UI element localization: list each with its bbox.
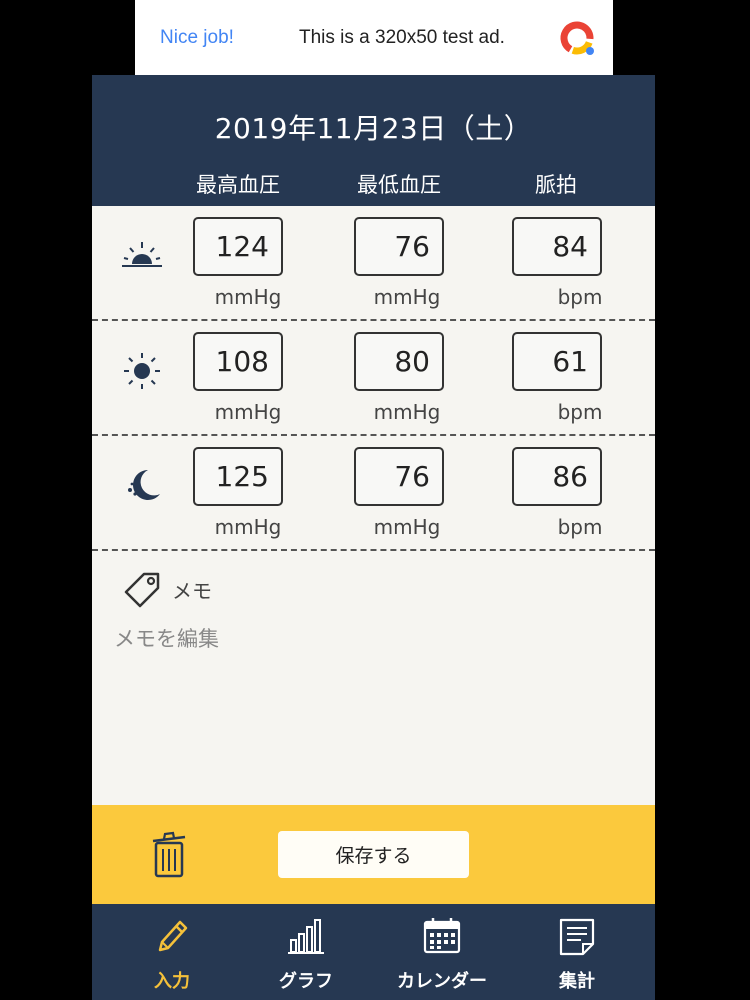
reading-row-night: 125 76 86 mmHg mmHg bpm <box>92 436 655 551</box>
systolic-input[interactable]: 125 <box>193 447 283 506</box>
column-pulse: 脈拍 <box>535 173 577 197</box>
pencil-icon <box>158 920 188 952</box>
tab-graph[interactable]: グラフ <box>236 904 376 1000</box>
unit-label: mmHg <box>214 285 282 309</box>
sunrise-icon <box>122 242 162 267</box>
tab-calendar[interactable]: カレンダー <box>372 904 512 1000</box>
memo-edit-field[interactable]: メモを編集 <box>114 623 219 653</box>
bar-chart-icon <box>288 919 324 954</box>
systolic-input[interactable]: 108 <box>193 332 283 391</box>
pulse-input[interactable]: 61 <box>512 332 602 391</box>
tab-label: 集計 <box>559 971 595 992</box>
ad-banner[interactable]: Nice job! This is a 320x50 test ad. <box>135 0 613 75</box>
date-title[interactable]: 2019年11月23日（土） <box>92 107 655 147</box>
diastolic-input[interactable]: 76 <box>354 447 444 506</box>
memo-label: メモ <box>172 579 212 603</box>
tab-bar: 入力 グラフ カレンダー 集計 <box>92 904 655 1000</box>
unit-label: bpm <box>557 285 603 309</box>
header: 2019年11月23日（土） 最高血圧 最低血圧 脈拍 <box>92 75 655 206</box>
ad-nice-job-text: Nice job! <box>160 27 234 48</box>
unit-label: mmHg <box>214 400 282 424</box>
column-systolic: 最高血圧 <box>196 173 280 197</box>
sun-icon <box>124 353 160 389</box>
unit-label: mmHg <box>373 515 441 539</box>
unit-label: bpm <box>557 400 603 424</box>
column-diastolic: 最低血圧 <box>357 173 441 197</box>
tab-summary[interactable]: 集計 <box>507 904 647 1000</box>
unit-label: bpm <box>557 515 603 539</box>
action-bar: 保存する <box>92 805 655 904</box>
app-screen: 2019年11月23日（土） 最高血圧 最低血圧 脈拍 124 76 84 mm… <box>92 75 655 1000</box>
reading-row-morning: 124 76 84 mmHg mmHg bpm <box>92 206 655 321</box>
pulse-input[interactable]: 84 <box>512 217 602 276</box>
ad-logo-icon <box>560 21 594 55</box>
save-button[interactable]: 保存する <box>278 831 469 878</box>
tab-label: 入力 <box>154 971 190 992</box>
tab-label: グラフ <box>279 971 333 992</box>
ad-text: This is a 320x50 test ad. <box>299 27 505 48</box>
unit-label: mmHg <box>373 400 441 424</box>
tab-input[interactable]: 入力 <box>102 904 242 1000</box>
unit-label: mmHg <box>373 285 441 309</box>
diastolic-input[interactable]: 80 <box>354 332 444 391</box>
unit-label: mmHg <box>214 515 282 539</box>
moon-icon <box>128 470 160 500</box>
trash-icon[interactable] <box>152 831 186 879</box>
systolic-input[interactable]: 124 <box>193 217 283 276</box>
tab-label: カレンダー <box>397 971 487 992</box>
tag-icon <box>124 572 160 608</box>
pulse-input[interactable]: 86 <box>512 447 602 506</box>
document-icon <box>559 918 595 956</box>
reading-row-daytime: 108 80 61 mmHg mmHg bpm <box>92 321 655 436</box>
calendar-icon <box>423 918 461 954</box>
diastolic-input[interactable]: 76 <box>354 217 444 276</box>
